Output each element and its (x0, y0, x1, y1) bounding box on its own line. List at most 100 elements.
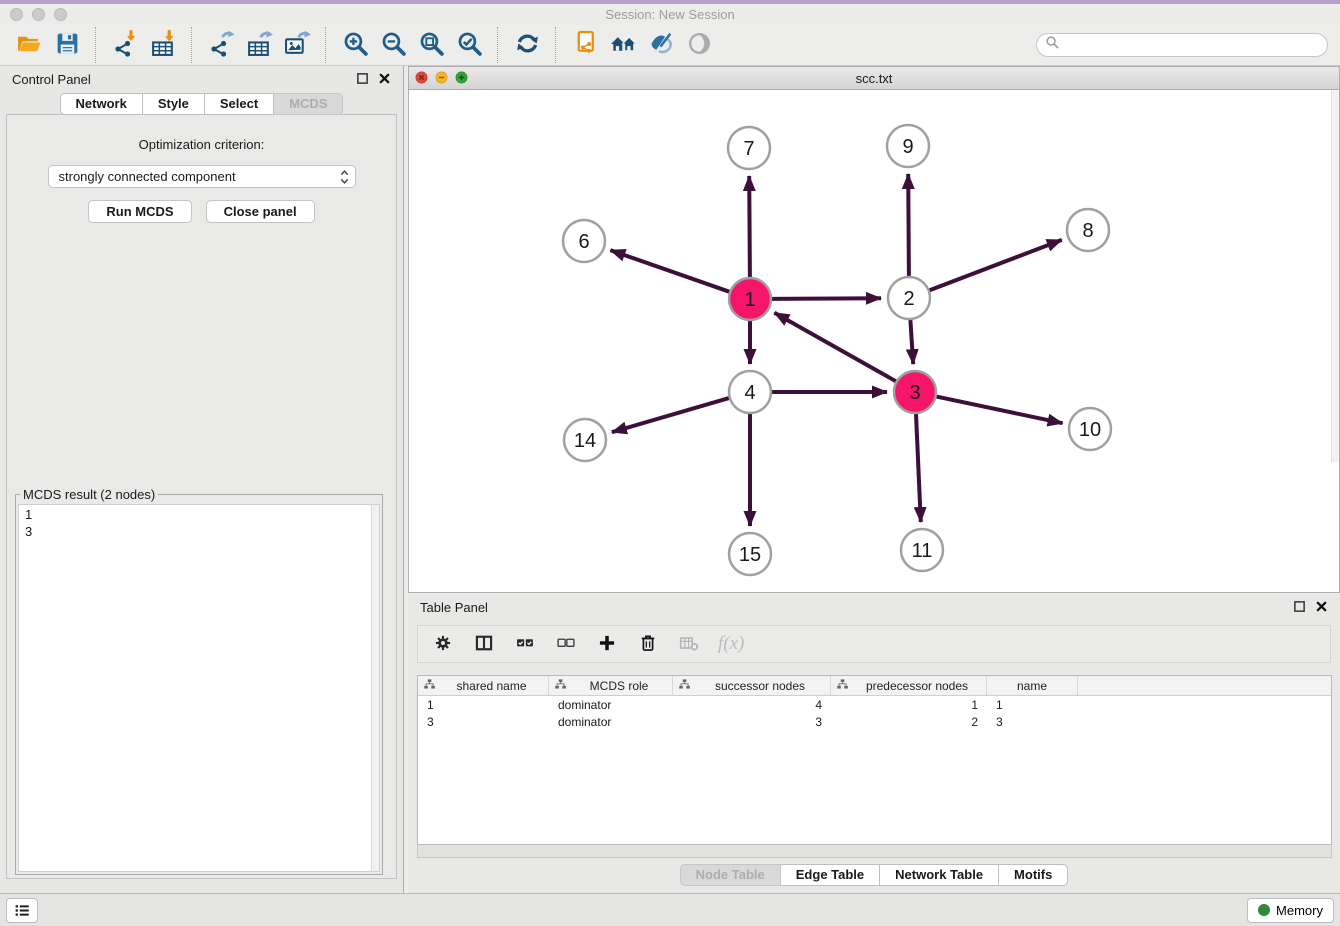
network-view-window: scc.txt 1 2 3 4 6 7 8 9 10 11 14 15 (408, 66, 1340, 593)
column-header-successor-nodes[interactable]: successor nodes (673, 676, 831, 695)
control-panel-tabs: NetworkStyleSelectMCDS (0, 93, 403, 115)
graph-node-9[interactable]: 9 (887, 125, 929, 167)
network-title: scc.txt (409, 71, 1339, 86)
float-panel-icon[interactable] (356, 72, 369, 88)
deselect-all-button[interactable] (554, 632, 578, 656)
table-float-icon[interactable] (1293, 600, 1306, 616)
zoom-out-button[interactable] (374, 28, 412, 62)
close-window-icon[interactable] (10, 8, 23, 21)
zoom-in-button[interactable] (336, 28, 374, 62)
graph-edge-1-2[interactable] (772, 298, 881, 299)
zoom-window-icon[interactable] (54, 8, 67, 21)
table-hscrollbar[interactable] (417, 845, 1332, 858)
graph-edge-2-8[interactable] (930, 240, 1062, 290)
select-all-button[interactable] (513, 632, 537, 656)
table-cell: 2 (831, 715, 987, 729)
graph-node-4[interactable]: 4 (729, 371, 771, 413)
network-canvas[interactable]: 1 2 3 4 6 7 8 9 10 11 14 15 (409, 90, 1339, 592)
zoom-fit-button[interactable] (412, 28, 450, 62)
table-row[interactable]: 1dominator411 (418, 696, 1331, 713)
refresh-layout-button[interactable] (508, 28, 546, 62)
table-row[interactable]: 3dominator323 (418, 713, 1331, 730)
graph-edge-2-9[interactable] (908, 174, 909, 276)
clone-network-button[interactable] (566, 28, 604, 62)
tab-mcds[interactable]: MCDS (274, 93, 343, 115)
graph-edge-3-1[interactable] (774, 313, 895, 382)
show-hide-button[interactable] (680, 28, 718, 62)
network-maximize-icon[interactable] (455, 71, 468, 89)
table-tab-node-table[interactable]: Node Table (680, 864, 781, 886)
table-panel-title: Table Panel (420, 600, 488, 615)
export-table-button[interactable] (240, 28, 278, 62)
column-header-mcds-role[interactable]: MCDS role (549, 676, 673, 695)
task-history-button[interactable] (6, 898, 38, 923)
open-file-button[interactable] (10, 28, 48, 62)
column-header-shared-name[interactable]: shared name (418, 676, 549, 695)
memory-status-icon (1258, 904, 1270, 916)
table-tab-edge-table[interactable]: Edge Table (781, 864, 880, 886)
node-label: 14 (574, 430, 596, 452)
graph-node-2[interactable]: 2 (888, 277, 930, 319)
tab-select[interactable]: Select (205, 93, 274, 115)
add-column-button[interactable] (595, 632, 619, 656)
import-network-button[interactable] (106, 28, 144, 62)
network-minimize-icon[interactable] (435, 71, 448, 89)
graph-node-7[interactable]: 7 (728, 127, 770, 169)
close-panel-button[interactable]: Close panel (206, 200, 315, 223)
window-traffic-lights[interactable] (10, 8, 67, 21)
apply-style-button[interactable] (642, 28, 680, 62)
clone-network-icon (572, 30, 599, 60)
tab-network[interactable]: Network (60, 93, 143, 115)
graph-node-10[interactable]: 10 (1069, 408, 1111, 450)
zoom-out-icon (380, 30, 407, 60)
graph-edge-3-10[interactable] (937, 397, 1063, 424)
tab-style[interactable]: Style (143, 93, 205, 115)
graph-node-11[interactable]: 11 (901, 529, 943, 571)
delete-column-button[interactable] (636, 632, 660, 656)
graph-edge-1-6[interactable] (610, 250, 729, 292)
criterion-select[interactable]: strongly connected component (48, 165, 356, 188)
table-settings-button[interactable] (431, 632, 455, 656)
table-tab-network-table[interactable]: Network Table (880, 864, 999, 886)
graph-edge-2-3[interactable] (910, 320, 913, 364)
minimize-window-icon[interactable] (32, 8, 45, 21)
network-close-icon[interactable] (415, 71, 428, 89)
node-label: 15 (739, 544, 761, 566)
import-table-button[interactable] (144, 28, 182, 62)
first-neighbors-button[interactable] (604, 28, 642, 62)
column-header-predecessor-nodes[interactable]: predecessor nodes (831, 676, 987, 695)
zoom-selected-button[interactable] (450, 28, 488, 62)
split-view-button[interactable] (472, 632, 496, 656)
memory-button[interactable]: Memory (1247, 898, 1334, 923)
node-label: 11 (912, 540, 933, 562)
table-close-icon[interactable] (1315, 600, 1328, 616)
graph-node-1[interactable]: 1 (729, 278, 771, 320)
column-header-name[interactable]: name (987, 676, 1078, 695)
export-network-button[interactable] (202, 28, 240, 62)
export-image-button[interactable] (278, 28, 316, 62)
apply-style-icon (648, 30, 675, 60)
result-scrollbar[interactable] (371, 505, 379, 871)
graph-edge-4-14[interactable] (612, 398, 729, 432)
table-tab-motifs[interactable]: Motifs (999, 864, 1068, 886)
search-field[interactable] (1036, 33, 1328, 57)
graph-node-8[interactable]: 8 (1067, 209, 1109, 251)
show-hide-icon (686, 30, 713, 60)
graph-node-3[interactable]: 3 (894, 371, 936, 413)
graph-node-15[interactable]: 15 (729, 533, 771, 575)
graph-node-14[interactable]: 14 (564, 419, 606, 461)
network-scrollbar[interactable] (1331, 90, 1339, 462)
optimization-criterion-label: Optimization criterion: (7, 137, 396, 152)
graph-edge-1-7[interactable] (749, 176, 750, 277)
mcds-result-list[interactable]: 13 (18, 504, 380, 872)
run-mcds-button[interactable]: Run MCDS (88, 200, 191, 223)
close-panel-icon[interactable] (378, 72, 391, 88)
graph-node-6[interactable]: 6 (563, 220, 605, 262)
save-session-button[interactable] (48, 28, 86, 62)
zoom-in-icon (342, 30, 369, 60)
titlebar: Session: New Session (0, 4, 1340, 25)
search-input[interactable] (1064, 37, 1319, 54)
table-header-row: shared nameMCDS rolesuccessor nodesprede… (418, 676, 1331, 696)
network-titlebar[interactable]: scc.txt (409, 67, 1339, 90)
graph-edge-3-11[interactable] (916, 414, 921, 522)
